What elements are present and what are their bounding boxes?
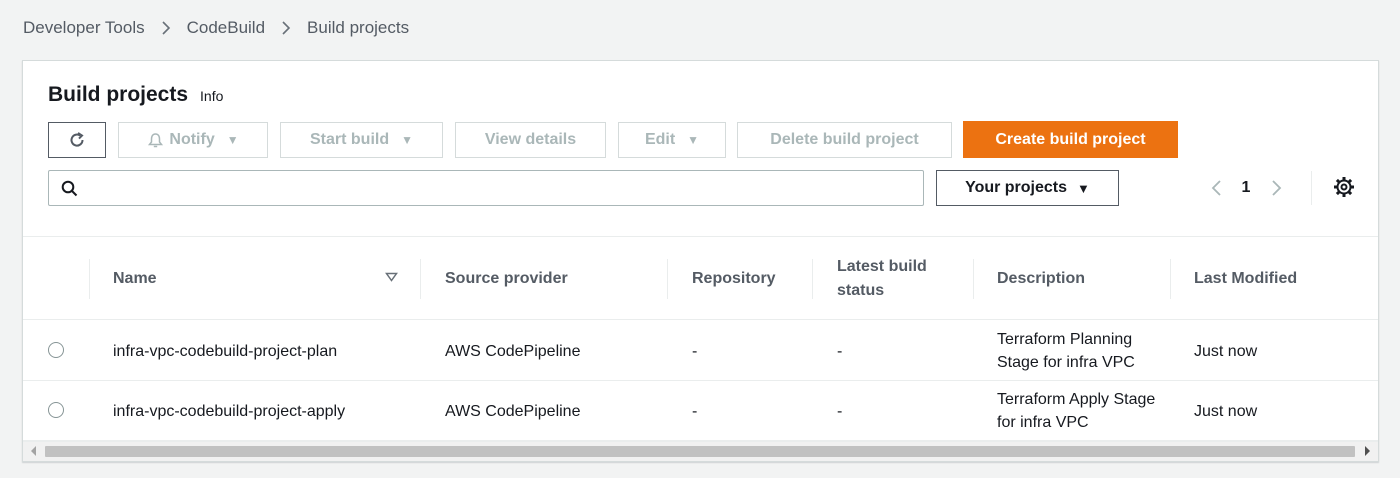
column-header-name[interactable]: Name <box>113 237 157 320</box>
horizontal-scrollbar[interactable] <box>23 441 1378 461</box>
latest-build-status-cell: - <box>837 342 843 360</box>
current-page-number[interactable]: 1 <box>1231 179 1261 197</box>
chevron-left-icon <box>1211 180 1221 196</box>
caret-down-icon: ▼ <box>226 133 239 147</box>
column-label: Name <box>113 269 157 287</box>
create-build-project-button[interactable]: Create build project <box>963 121 1178 158</box>
caret-down-icon: ▼ <box>401 133 413 147</box>
delete-label: Delete build project <box>770 131 919 148</box>
start-build-label: Start build <box>310 131 390 148</box>
column-header-description[interactable]: Description <box>997 237 1085 320</box>
column-divider <box>667 259 668 299</box>
column-divider <box>420 259 421 299</box>
column-divider <box>1170 259 1171 299</box>
latest-build-status-cell: - <box>837 402 843 420</box>
view-details-button[interactable]: View details <box>455 122 606 158</box>
start-build-button[interactable]: Start build ▼ <box>280 122 443 158</box>
breadcrumb-build-projects: Build projects <box>307 18 410 37</box>
pagination: 1 <box>1201 173 1291 203</box>
notify-button[interactable]: Notify ▼ <box>118 122 268 158</box>
page-title: Build projects <box>48 83 189 106</box>
column-header-latest-build-status[interactable]: Latest build status <box>837 237 947 320</box>
scroll-right-icon[interactable] <box>1365 446 1370 456</box>
previous-page-button[interactable] <box>1201 179 1231 197</box>
project-name-link[interactable]: infra-vpc-codebuild-project-apply <box>113 381 345 441</box>
projects-filter-select[interactable]: Your projects ▼ <box>936 170 1119 206</box>
column-label: Description <box>997 269 1086 287</box>
breadcrumb-developer-tools[interactable]: Developer Tools <box>23 18 145 38</box>
panel-header: Build projects Info <box>48 83 223 107</box>
edit-label: Edit <box>644 131 676 148</box>
description-cell: Terraform Planning Stage for infra VPC <box>997 331 1135 371</box>
repository-cell: - <box>692 402 698 420</box>
notify-label: Notify <box>169 131 215 148</box>
row-select-radio[interactable] <box>48 342 64 358</box>
build-projects-panel: Build projects Info Notify ▼ Start build… <box>22 60 1379 462</box>
next-page-button[interactable] <box>1261 179 1291 197</box>
breadcrumb: Developer Tools CodeBuild Build projects <box>23 18 409 38</box>
refresh-button[interactable] <box>48 122 106 158</box>
gear-icon[interactable] <box>1333 176 1355 198</box>
column-header-repository[interactable]: Repository <box>692 237 776 320</box>
column-header-source-provider[interactable]: Source provider <box>445 237 568 320</box>
table-header: Name Source provider Repository Latest b… <box>23 237 1378 320</box>
view-details-label: View details <box>484 131 577 148</box>
search-box <box>48 170 924 206</box>
row-select-radio[interactable] <box>48 402 64 418</box>
column-divider <box>89 259 90 299</box>
chevron-right-icon <box>265 20 307 36</box>
project-name-link[interactable]: infra-vpc-codebuild-project-plan <box>113 321 337 381</box>
info-link[interactable]: Info <box>200 88 223 104</box>
last-modified-cell: Just now <box>1194 402 1258 420</box>
source-provider-cell: AWS CodePipeline <box>445 402 581 420</box>
column-divider <box>973 259 974 299</box>
description-cell: Terraform Apply Stage for infra VPC <box>997 391 1156 431</box>
search-icon <box>61 180 78 196</box>
table-row[interactable]: infra-vpc-codebuild-project-apply AWS Co… <box>23 381 1378 441</box>
column-divider <box>812 259 813 299</box>
caret-down-icon: ▼ <box>687 133 700 147</box>
source-provider-cell: AWS CodePipeline <box>445 342 581 360</box>
chevron-right-icon <box>145 20 187 36</box>
search-input[interactable] <box>88 173 923 203</box>
create-label: Create build project <box>995 130 1146 148</box>
projects-filter-value: Your projects <box>965 179 1068 196</box>
scrollbar-thumb[interactable] <box>45 446 1355 457</box>
chevron-right-icon <box>1271 180 1281 196</box>
pagination-divider <box>1311 171 1312 205</box>
scroll-left-icon[interactable] <box>31 446 36 456</box>
last-modified-cell: Just now <box>1194 342 1258 360</box>
sort-down-icon[interactable] <box>385 272 398 282</box>
caret-down-icon: ▼ <box>1077 180 1090 196</box>
table-row[interactable]: infra-vpc-codebuild-project-plan AWS Cod… <box>23 321 1378 381</box>
repository-cell: - <box>692 342 698 360</box>
column-label: Source provider <box>445 269 568 287</box>
bell-icon <box>148 132 164 147</box>
delete-build-project-button[interactable]: Delete build project <box>737 122 952 158</box>
breadcrumb-codebuild[interactable]: CodeBuild <box>187 18 265 38</box>
edit-button[interactable]: Edit ▼ <box>618 122 726 158</box>
refresh-icon <box>70 132 84 147</box>
column-label: Last Modified <box>1194 269 1298 287</box>
column-label: Repository <box>692 269 776 287</box>
column-label: Latest build status <box>837 257 927 299</box>
column-header-last-modified[interactable]: Last Modified <box>1194 237 1297 320</box>
